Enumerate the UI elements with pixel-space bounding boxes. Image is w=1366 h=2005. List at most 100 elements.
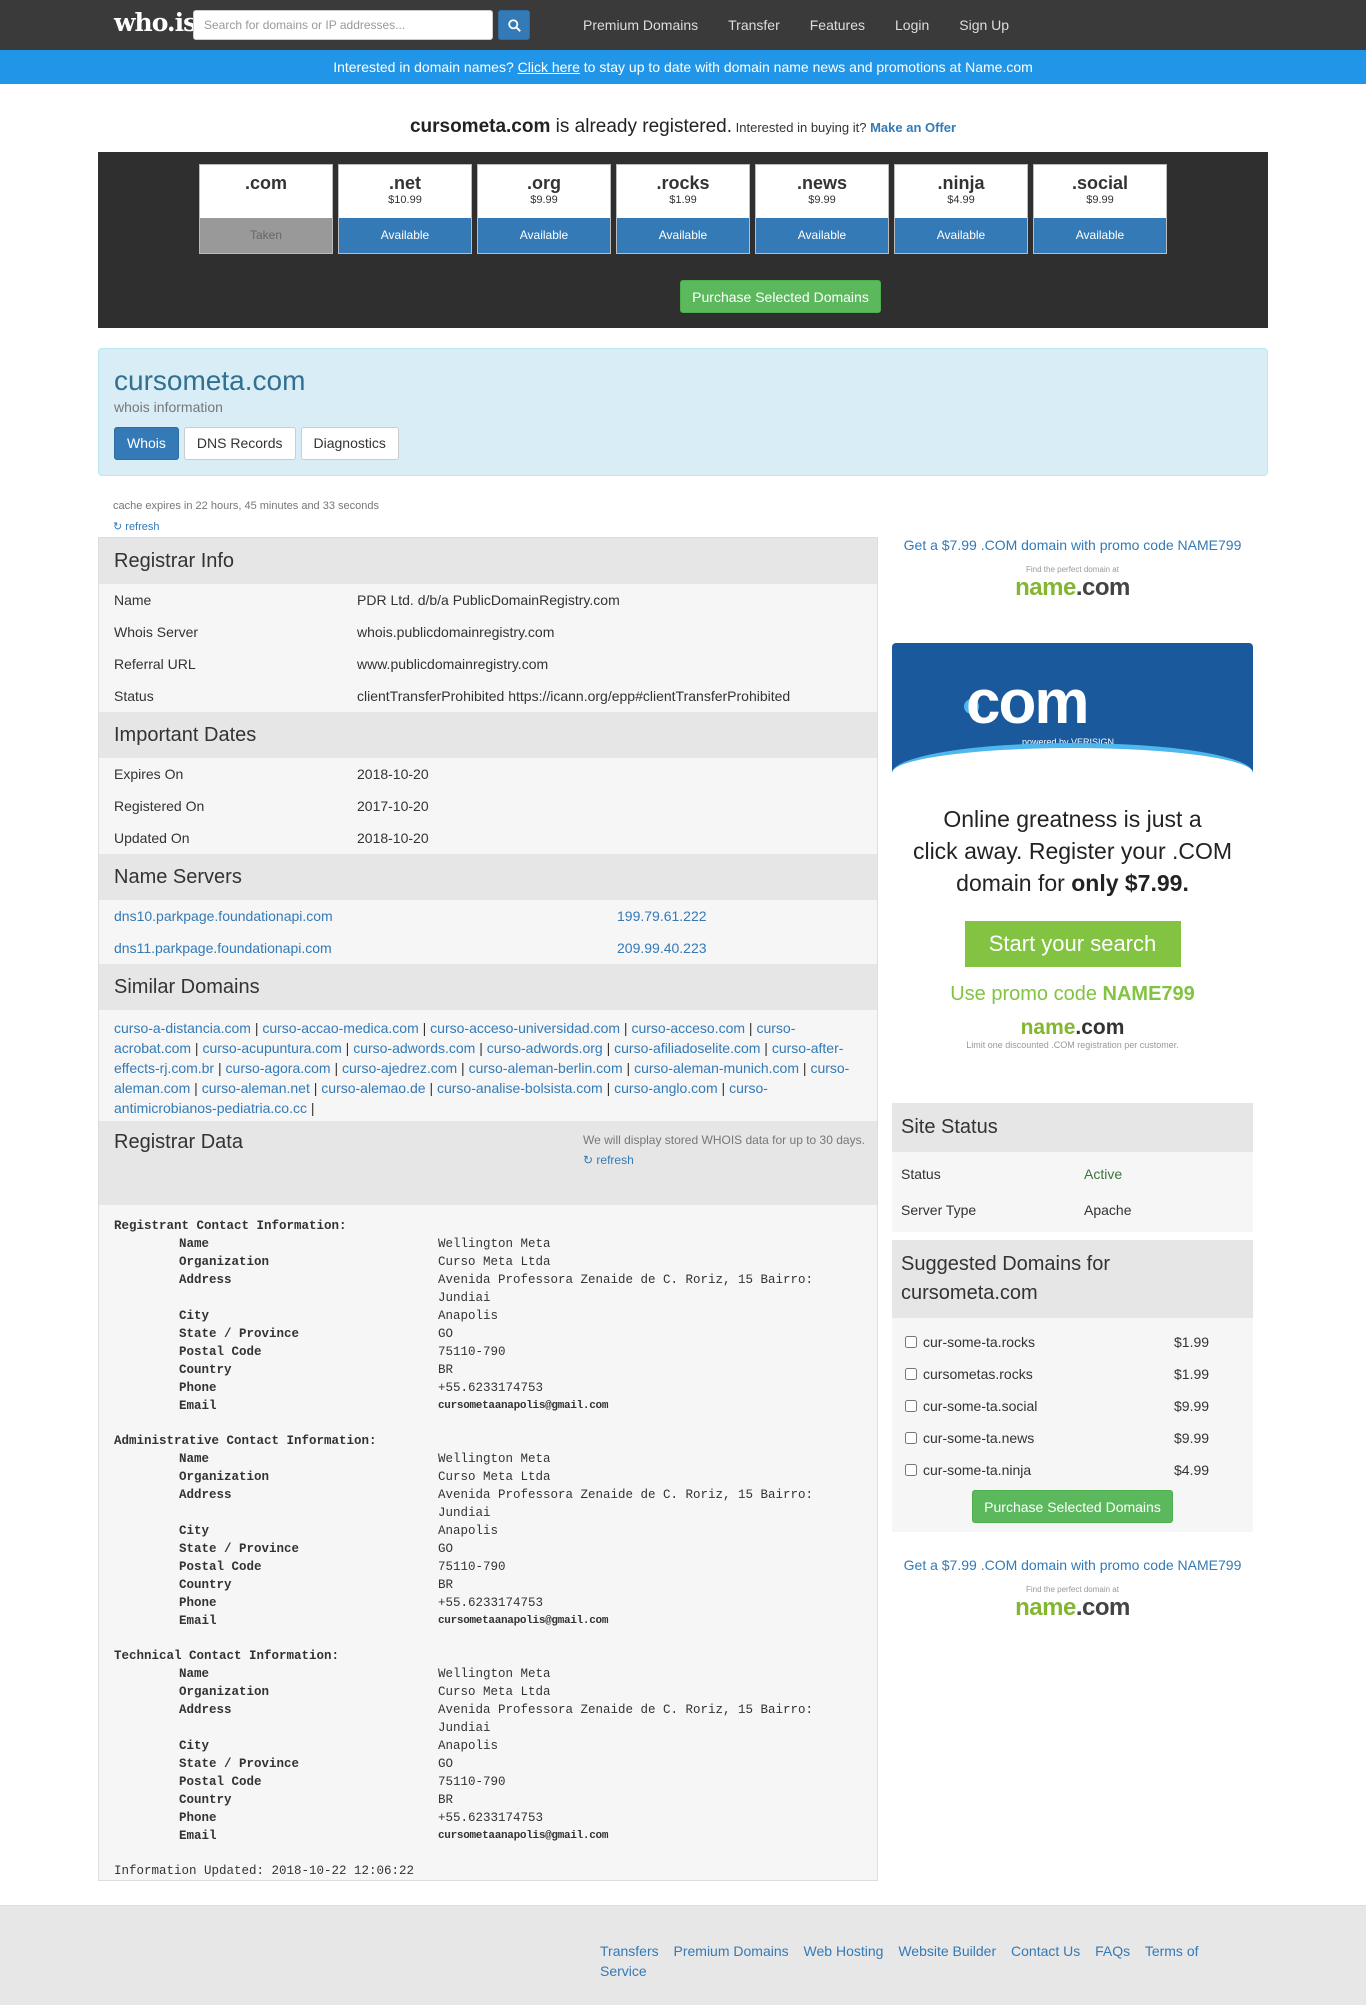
similar-domain-link[interactable]: curso-analise-bolsista.com bbox=[437, 1080, 603, 1096]
namecom-tagline: Find the perfect domain at bbox=[1026, 1585, 1119, 1594]
status-key: Status bbox=[901, 1166, 941, 1182]
whois-logo[interactable]: who.is bbox=[114, 8, 197, 37]
suggested-domain-checkbox[interactable] bbox=[905, 1464, 917, 1476]
similar-domain-link[interactable]: curso-aleman.net bbox=[202, 1080, 310, 1096]
nav-login[interactable]: Login bbox=[880, 0, 944, 50]
tab-diagnostics[interactable]: Diagnostics bbox=[300, 427, 399, 460]
tld-card-ninja[interactable]: .ninja $4.99 Available bbox=[894, 164, 1028, 254]
footer-link-website-builder[interactable]: Website Builder bbox=[898, 1943, 996, 1959]
search-input[interactable] bbox=[193, 10, 493, 40]
footer-link-contact-us[interactable]: Contact Us bbox=[1011, 1943, 1080, 1959]
sidebar-promo-link[interactable]: Get a $7.99 .COM domain with promo code … bbox=[892, 1557, 1253, 1573]
suggested-domain-row: cur-some-ta.ninja $4.99 bbox=[892, 1454, 1253, 1486]
tld-card-net[interactable]: .net $10.99 Available bbox=[338, 164, 472, 254]
similar-domain-link[interactable]: curso-ajedrez.com bbox=[342, 1060, 457, 1076]
promo-bar-text-before: Interested in domain names? bbox=[333, 59, 518, 75]
nav-transfer[interactable]: Transfer bbox=[713, 0, 795, 50]
verisign-com-ad[interactable]: com powered by VERISIGN Online greatness… bbox=[892, 643, 1253, 1070]
tld-card-social[interactable]: .social $9.99 Available bbox=[1033, 164, 1167, 254]
nav-premium-domains[interactable]: Premium Domains bbox=[568, 0, 713, 50]
start-search-button[interactable]: Start your search bbox=[964, 921, 1181, 967]
tld-status-available[interactable]: Available bbox=[339, 218, 471, 253]
nav-sign-up[interactable]: Sign Up bbox=[944, 0, 1024, 50]
suggested-domain-price: $9.99 bbox=[1174, 1398, 1210, 1414]
similar-domain-link[interactable]: curso-alemao.de bbox=[321, 1080, 425, 1096]
suggested-purchase-button[interactable]: Purchase Selected Domains bbox=[972, 1490, 1173, 1523]
tld-card-rocks[interactable]: .rocks $1.99 Available bbox=[616, 164, 750, 254]
nav-features[interactable]: Features bbox=[795, 0, 880, 50]
ad-banner: com powered by VERISIGN bbox=[892, 643, 1253, 773]
tld-status-available[interactable]: Available bbox=[756, 218, 888, 253]
namecom-logo[interactable]: Find the perfect domain at name.com bbox=[892, 565, 1253, 602]
contact-value: BR bbox=[438, 1578, 454, 1592]
similar-domain-link[interactable]: curso-aleman-munich.com bbox=[634, 1060, 799, 1076]
footer-link-premium-domains[interactable]: Premium Domains bbox=[674, 1943, 789, 1959]
contact-group-title: Administrative Contact Information: bbox=[114, 1434, 377, 1448]
suggested-domain-checkbox[interactable] bbox=[905, 1432, 917, 1444]
suggested-domain-checkbox[interactable] bbox=[905, 1336, 917, 1348]
registrar-data-refresh-link[interactable]: ↻ refresh bbox=[583, 1153, 634, 1167]
contact-key: Organization bbox=[179, 1685, 270, 1699]
tld-status-available[interactable]: Available bbox=[895, 218, 1027, 253]
tab-dns-records[interactable]: DNS Records bbox=[183, 427, 296, 460]
promo-bar-link[interactable]: Click here bbox=[518, 59, 580, 75]
namecom-logo-name: name bbox=[1015, 1594, 1076, 1621]
similar-domain-link[interactable]: curso-accao-medica.com bbox=[262, 1020, 418, 1036]
row-value: clientTransferProhibited https://icann.o… bbox=[357, 688, 791, 704]
contact-line: Email cursometaanapolis@gmail.com bbox=[114, 1612, 862, 1630]
contact-key: Name bbox=[179, 1667, 210, 1681]
make-offer-link[interactable]: Make an Offer bbox=[870, 120, 956, 135]
headline-interest: Interested in buying it? bbox=[732, 120, 871, 135]
ad-promo-code-value: NAME799 bbox=[1102, 983, 1195, 1005]
similar-domain-link[interactable]: curso-acceso.com bbox=[631, 1020, 745, 1036]
date-row: Expires On 2018-10-20 bbox=[99, 758, 877, 790]
sidebar-promo-link[interactable]: Get a $7.99 .COM domain with promo code … bbox=[892, 537, 1253, 553]
tld-price: $10.99 bbox=[388, 194, 422, 206]
tld-card-news[interactable]: .news $9.99 Available bbox=[755, 164, 889, 254]
contact-key: Organization bbox=[179, 1470, 270, 1484]
similar-domain-link[interactable]: curso-a-distancia.com bbox=[114, 1020, 251, 1036]
name-server-ip-link[interactable]: 199.79.61.222 bbox=[617, 908, 877, 924]
contact-value: Curso Meta Ltda bbox=[438, 1685, 551, 1699]
tld-status-available[interactable]: Available bbox=[1034, 218, 1166, 253]
name-server-host-link[interactable]: dns11.parkpage.foundationapi.com bbox=[99, 940, 617, 956]
contact-email: cursometaanapolis@gmail.com bbox=[438, 1615, 609, 1627]
similar-domain-link[interactable]: curso-acceso-universidad.com bbox=[430, 1020, 620, 1036]
contact-email: cursometaanapolis@gmail.com bbox=[438, 1400, 609, 1412]
contact-key: State / Province bbox=[179, 1757, 300, 1771]
similar-domain-link[interactable]: curso-anglo.com bbox=[614, 1080, 718, 1096]
similar-domain-link[interactable]: curso-adwords.org bbox=[487, 1040, 603, 1056]
similar-domain-link[interactable]: curso-adwords.com bbox=[353, 1040, 475, 1056]
suggested-domains-heading: Suggested Domains for cursometa.com bbox=[892, 1240, 1253, 1318]
footer-link-faqs[interactable]: FAQs bbox=[1095, 1943, 1130, 1959]
contact-line: Country BR bbox=[114, 1361, 862, 1379]
footer-link-transfers[interactable]: Transfers bbox=[600, 1943, 659, 1959]
cache-refresh-link[interactable]: ↻ refresh bbox=[113, 520, 160, 533]
similar-domain-link[interactable]: curso-aleman-berlin.com bbox=[469, 1060, 623, 1076]
suggested-domain-checkbox[interactable] bbox=[905, 1368, 917, 1380]
suggested-domain-checkbox[interactable] bbox=[905, 1400, 917, 1412]
ad-namecom-logo: name.com bbox=[892, 1016, 1253, 1040]
suggested-domain-row: cur-some-ta.social $9.99 bbox=[892, 1390, 1253, 1422]
row-key: Expires On bbox=[114, 766, 184, 782]
tld-status-available[interactable]: Available bbox=[617, 218, 749, 253]
tld-card-org[interactable]: .org $9.99 Available bbox=[477, 164, 611, 254]
contact-value: BR bbox=[438, 1793, 454, 1807]
name-server-host-link[interactable]: dns10.parkpage.foundationapi.com bbox=[99, 908, 617, 924]
purchase-selected-button[interactable]: Purchase Selected Domains bbox=[680, 280, 881, 313]
similar-domain-link[interactable]: curso-acupuntura.com bbox=[202, 1040, 341, 1056]
search-button[interactable] bbox=[498, 10, 530, 40]
contact-line: Postal Code 75110-790 bbox=[114, 1773, 862, 1791]
tld-status-available[interactable]: Available bbox=[478, 218, 610, 253]
similar-domain-link[interactable]: curso-afiliadoselite.com bbox=[614, 1040, 760, 1056]
contact-value: GO bbox=[438, 1757, 454, 1771]
suggested-domain-row: cur-some-ta.rocks $1.99 bbox=[892, 1326, 1253, 1358]
footer-link-web-hosting[interactable]: Web Hosting bbox=[804, 1943, 884, 1959]
contact-key: Country bbox=[179, 1578, 232, 1592]
similar-domain-link[interactable]: curso-agora.com bbox=[226, 1060, 331, 1076]
tab-whois[interactable]: Whois bbox=[114, 427, 179, 460]
row-key: Name bbox=[114, 592, 152, 608]
namecom-logo[interactable]: Find the perfect domain at name.com bbox=[892, 1585, 1253, 1622]
row-key: Registered On bbox=[114, 798, 205, 814]
name-server-ip-link[interactable]: 209.99.40.223 bbox=[617, 940, 877, 956]
